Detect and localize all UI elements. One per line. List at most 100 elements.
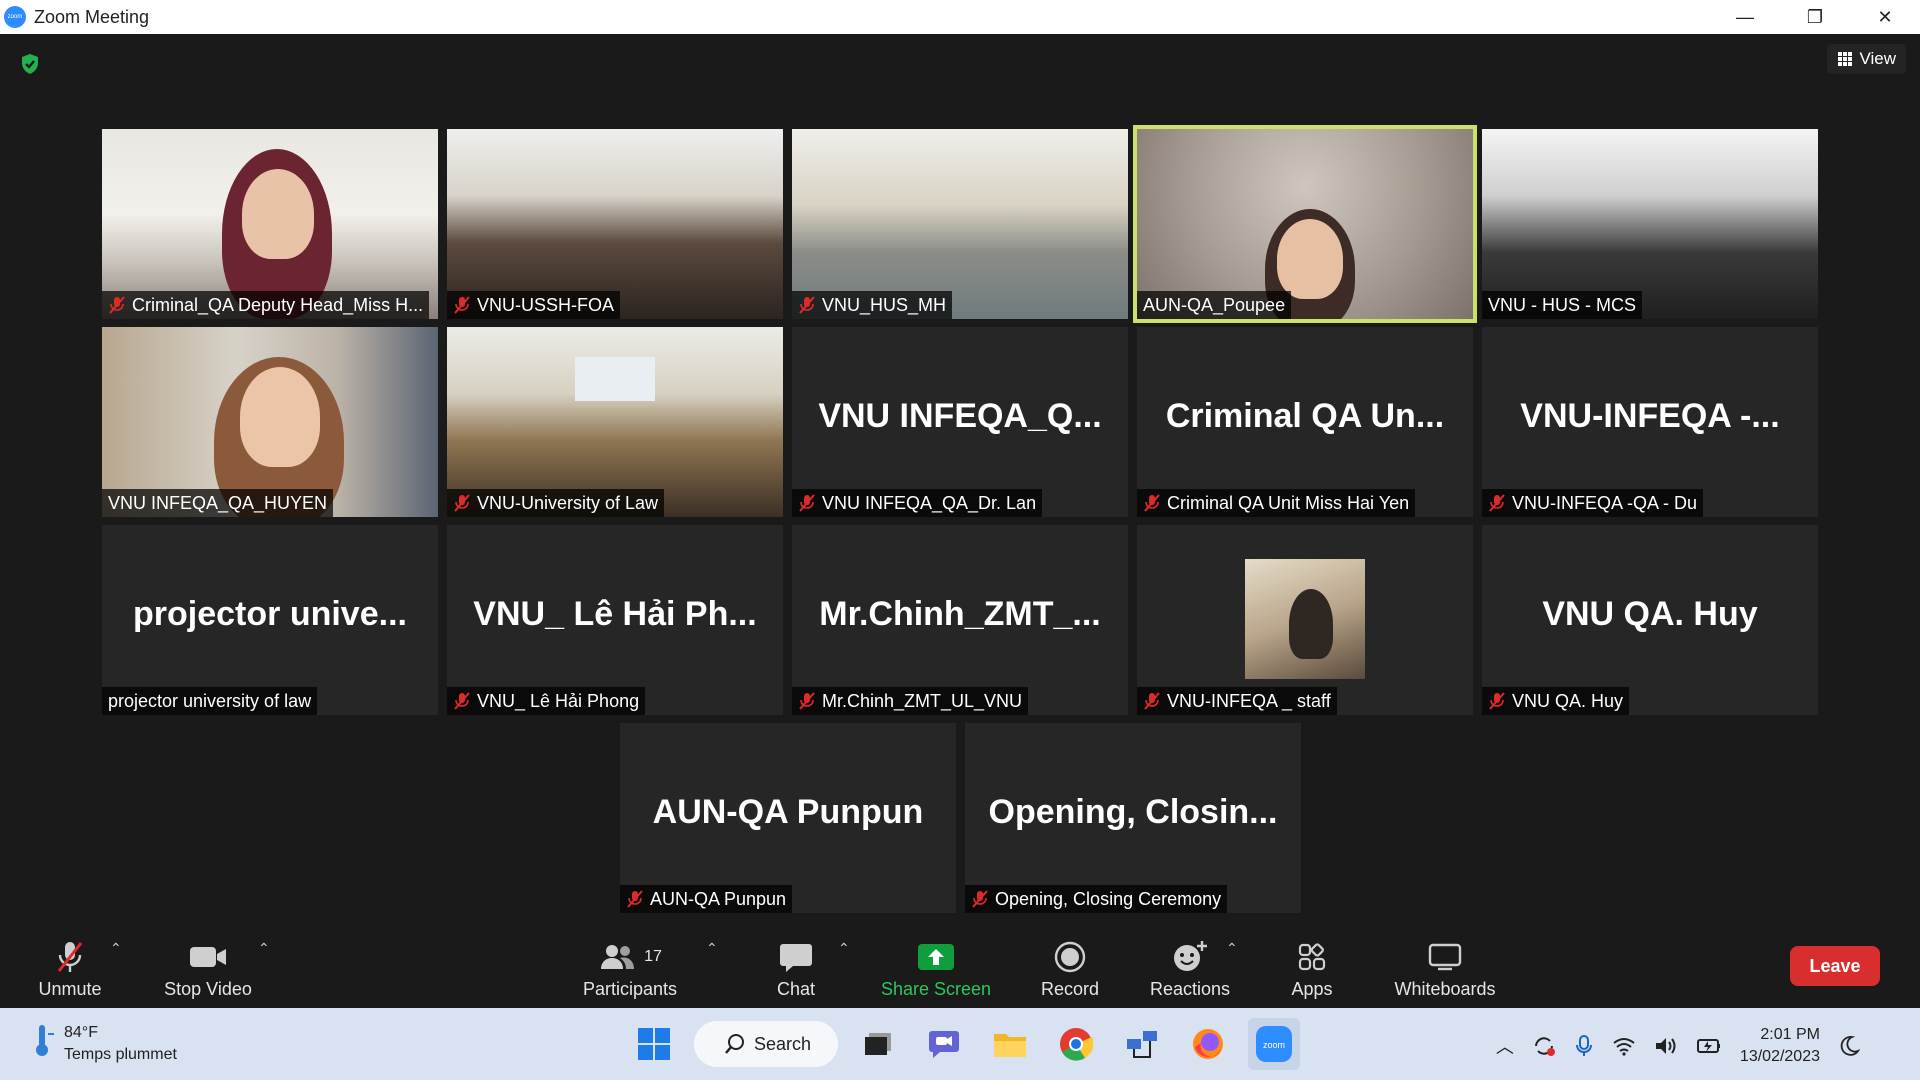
search-label: Search: [754, 1033, 812, 1054]
start-button[interactable]: [628, 1018, 680, 1070]
participant-name-bar: AUN-QA_Poupee: [1137, 291, 1292, 319]
muted-mic-icon: [1144, 692, 1160, 710]
participant-display-name: AUN-QA Punpun: [652, 793, 924, 831]
muted-mic-icon: [1489, 692, 1505, 710]
apps-button[interactable]: Apps: [1272, 930, 1352, 1008]
video-tile[interactable]: VNU - HUS - MCS: [1482, 129, 1818, 319]
network-app-button[interactable]: [1116, 1018, 1168, 1070]
share-screen-icon: [918, 943, 954, 970]
weather-description: Temps plummet: [64, 1046, 177, 1063]
name-tile[interactable]: Mr.Chinh_ZMT_... Mr.Chinh_ZMT_UL_VNU: [792, 525, 1128, 715]
participants-options-caret-icon[interactable]: ⌃: [706, 940, 718, 957]
firefox-icon: [1193, 1029, 1223, 1059]
minimize-button[interactable]: —: [1710, 0, 1780, 34]
task-view-icon: [865, 1033, 891, 1055]
taskbar-search[interactable]: Search: [694, 1021, 838, 1067]
volume-icon[interactable]: [1654, 1035, 1678, 1057]
name-tile[interactable]: VNU-INFEQA -... VNU-INFEQA -QA - Du: [1482, 327, 1818, 517]
name-tile[interactable]: projector unive... projector university …: [102, 525, 438, 715]
name-tile[interactable]: Criminal QA Un... Criminal QA Unit Miss …: [1137, 327, 1473, 517]
participant-name-bar: AUN-QA Punpun: [620, 885, 793, 913]
name-tile[interactable]: VNU QA. Huy VNU QA. Huy: [1482, 525, 1818, 715]
participant-name-bar: Mr.Chinh_ZMT_UL_VNU: [792, 687, 1029, 715]
reactions-button[interactable]: Reactions: [1140, 930, 1240, 1008]
whiteboards-button[interactable]: Whiteboards: [1380, 930, 1510, 1008]
folder-icon: [994, 1034, 1026, 1057]
share-screen-button[interactable]: Share Screen: [876, 930, 996, 1008]
participant-name: VNU-INFEQA -QA - Du: [1512, 492, 1698, 513]
stop-video-button[interactable]: Stop Video: [158, 930, 258, 1008]
name-tile[interactable]: VNU INFEQA_Q... VNU INFEQA_QA_Dr. Lan: [792, 327, 1128, 517]
apps-icon: [1298, 942, 1326, 970]
participant-name-bar: VNU-INFEQA _ staff: [1137, 687, 1337, 715]
participant-name: VNU INFEQA_QA_HUYEN: [108, 492, 328, 513]
video-tile[interactable]: VNU_HUS_MH: [792, 129, 1128, 319]
participant-name-bar: VNU_ Lê Hải Phong: [447, 687, 646, 715]
restore-button[interactable]: ❐: [1780, 0, 1850, 34]
participant-name: VNU_ Lê Hải Phong: [477, 690, 640, 711]
unmute-button[interactable]: Unmute: [30, 930, 110, 1008]
participant-display-name: VNU INFEQA_Q...: [818, 397, 1102, 435]
chrome-button[interactable]: [1050, 1018, 1102, 1070]
zoom-taskbar-button[interactable]: zoom: [1248, 1018, 1300, 1070]
reactions-options-caret-icon[interactable]: ⌃: [1226, 940, 1238, 957]
muted-mic-icon: [799, 692, 815, 710]
share-screen-label: Share Screen: [880, 978, 992, 999]
reactions-label: Reactions: [1149, 978, 1231, 999]
participant-name: projector university of law: [108, 690, 312, 711]
zoom-app-icon: zoom: [1256, 1026, 1292, 1062]
chat-button[interactable]: Chat: [756, 930, 836, 1008]
microphone-icon[interactable]: [1574, 1034, 1594, 1058]
windows-taskbar: 84°F Temps plummet Search zoom ︿ 2:01 PM…: [0, 1008, 1920, 1080]
video-tile[interactable]: VNU INFEQA_QA_HUYEN: [102, 327, 438, 517]
participant-name: Criminal QA Unit Miss Hai Yen: [1167, 492, 1410, 513]
name-tile[interactable]: VNU_ Lê Hải Ph... VNU_ Lê Hải Phong: [447, 525, 783, 715]
window-controls: — ❐ ✕: [1710, 0, 1920, 34]
battery-charging-icon[interactable]: [1696, 1036, 1722, 1056]
muted-mic-icon: [1489, 494, 1505, 512]
name-tile[interactable]: Opening, Closin... Opening, Closing Cere…: [965, 723, 1301, 913]
participant-face: [240, 367, 320, 467]
record-button[interactable]: Record: [1030, 930, 1110, 1008]
weather-temperature: 84°F: [64, 1024, 98, 1041]
task-view-button[interactable]: [852, 1018, 904, 1070]
security-shield-icon[interactable]: [18, 52, 42, 76]
clock[interactable]: 2:01 PM 13/02/2023: [1740, 1024, 1820, 1068]
close-button[interactable]: ✕: [1850, 0, 1920, 34]
view-button[interactable]: View: [1827, 44, 1906, 74]
video-tile[interactable]: VNU-USSH-FOA: [447, 129, 783, 319]
whiteboards-label: Whiteboards: [1394, 978, 1496, 999]
focus-moon-icon[interactable]: [1838, 1035, 1860, 1057]
participant-name: VNU QA. Huy: [1512, 690, 1624, 711]
audio-options-caret-icon[interactable]: ⌃: [110, 940, 122, 957]
participant-display-name: Opening, Closin...: [988, 793, 1278, 831]
file-explorer-button[interactable]: [984, 1018, 1036, 1070]
leave-button[interactable]: Leave: [1790, 946, 1880, 986]
chat-options-caret-icon[interactable]: ⌃: [838, 940, 850, 957]
participant-name: AUN-QA Punpun: [650, 888, 787, 909]
avatar-tile[interactable]: VNU-INFEQA _ staff: [1137, 525, 1473, 715]
participant-name-bar: VNU-INFEQA -QA - Du: [1482, 489, 1704, 517]
video-tile[interactable]: VNU-University of Law: [447, 327, 783, 517]
teams-chat-button[interactable]: [918, 1018, 970, 1070]
avatar: [1245, 559, 1365, 679]
participant-display-name: projector unive...: [133, 595, 407, 633]
wifi-icon[interactable]: [1612, 1036, 1636, 1056]
video-options-caret-icon[interactable]: ⌃: [258, 940, 270, 957]
projection-screen: [575, 357, 655, 401]
participant-name-bar: VNU QA. Huy: [1482, 687, 1630, 715]
muted-mic-icon: [799, 296, 815, 314]
participant-name: Criminal_QA Deputy Head_Miss H...: [132, 294, 424, 315]
video-tile[interactable]: Criminal_QA Deputy Head_Miss H...: [102, 129, 438, 319]
name-tile[interactable]: AUN-QA Punpun AUN-QA Punpun: [620, 723, 956, 913]
participants-button[interactable]: 17 Participants: [580, 930, 680, 1008]
firefox-button[interactable]: [1182, 1018, 1234, 1070]
show-hidden-icons-chevron-icon[interactable]: ︿: [1496, 1033, 1514, 1059]
stop-video-label: Stop Video: [164, 978, 252, 999]
chat-bubble-icon: [780, 943, 812, 972]
view-label: View: [1859, 49, 1896, 68]
weather-widget[interactable]: 84°F Temps plummet: [30, 1022, 177, 1066]
video-camera-icon: [190, 946, 226, 967]
sync-icon[interactable]: [1532, 1034, 1556, 1058]
video-tile-active-speaker[interactable]: AUN-QA_Poupee: [1133, 125, 1477, 323]
